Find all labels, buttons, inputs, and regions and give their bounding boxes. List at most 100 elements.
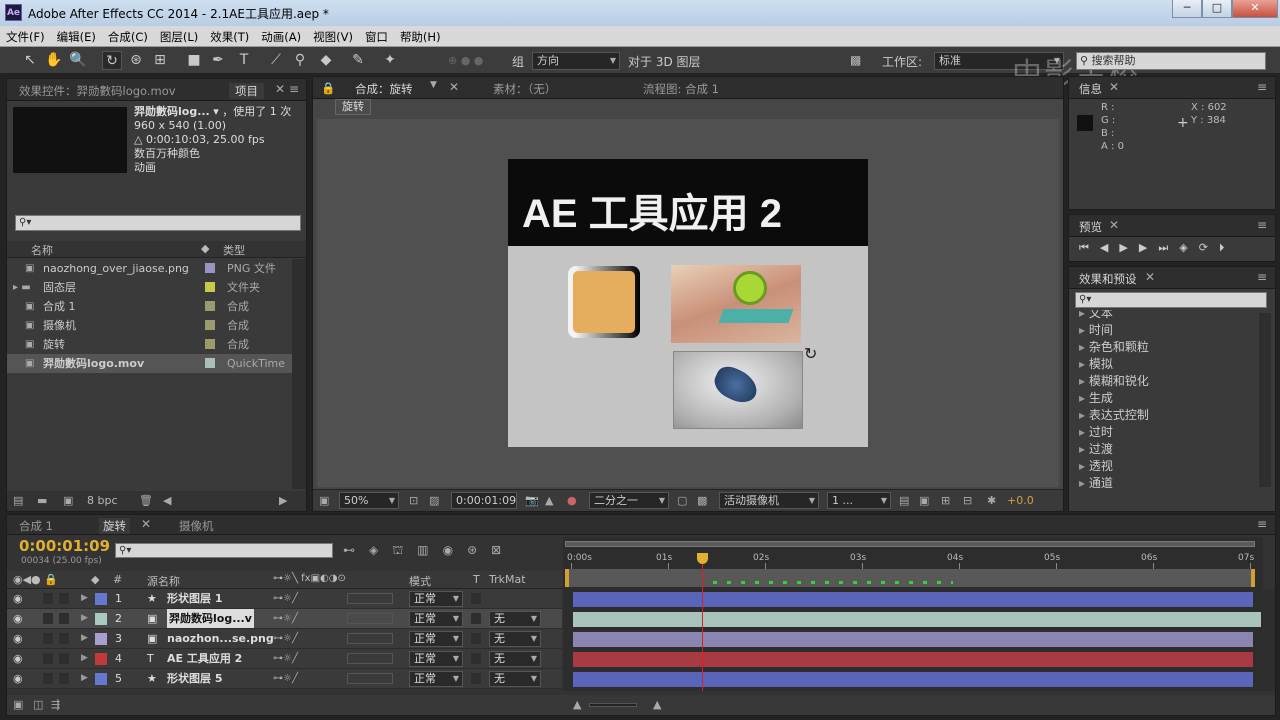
effect-category[interactable]: ▸ 过时: [1079, 423, 1113, 440]
expand-layer-icon[interactable]: ▶: [81, 609, 88, 628]
motion-blur-icon[interactable]: ◉: [443, 543, 467, 557]
blend-mode-dropdown[interactable]: 正常 ▼: [409, 671, 463, 687]
effect-category[interactable]: ▸ 模糊和锐化: [1079, 372, 1149, 389]
close-effects-icon[interactable]: ✕: [1145, 270, 1155, 284]
bpc-label[interactable]: 8 bpc: [87, 494, 118, 507]
effect-category[interactable]: ▸ 生成: [1079, 389, 1113, 406]
col-source-name[interactable]: 源名称: [147, 573, 180, 589]
fx-switch-boxes[interactable]: [347, 613, 393, 624]
layer-row[interactable]: ◉ ▶ 3 ▣ naozhon...se.png ⊶☼╱ 正常 ▼ 无 ▼: [7, 629, 562, 649]
comp-dropdown-icon[interactable]: ▼: [430, 80, 437, 90]
time-ruler[interactable]: 0:00s 01s 02s 03s 04s 05s 06s 07s: [563, 551, 1263, 569]
tab-comp-1[interactable]: 合成 1: [19, 518, 53, 534]
label-color-swatch[interactable]: [205, 263, 215, 273]
blend-mode-dropdown[interactable]: 正常 ▼: [409, 611, 463, 627]
layer-name[interactable]: 形状图层 5: [167, 669, 222, 688]
zoom-dropdown[interactable]: 50% ▼: [339, 492, 399, 509]
layer-switches[interactable]: ⊶☼╱: [273, 609, 298, 628]
preserve-transparency-box[interactable]: [471, 613, 481, 624]
solo-toggle[interactable]: [59, 673, 69, 684]
tab-composition[interactable]: 合成：旋转: [355, 81, 413, 97]
flowchart-icon[interactable]: ⊟: [963, 494, 972, 507]
minimize-button[interactable]: ─: [1172, 0, 1202, 18]
visibility-eye-icon[interactable]: ◉: [13, 669, 23, 688]
zoom-slider[interactable]: [589, 703, 637, 707]
project-item[interactable]: ▣ 羿勋數码logo.mov QuickTime: [7, 354, 292, 373]
menu-file[interactable]: 文件(F): [0, 26, 51, 45]
trkmat-dropdown[interactable]: 无 ▼: [489, 651, 541, 667]
audio-toggle[interactable]: [43, 653, 53, 664]
selection-tool-icon[interactable]: ↖: [20, 51, 40, 70]
layer-switches[interactable]: ⊶☼╱: [273, 629, 298, 648]
effect-category[interactable]: ▸ 透视: [1079, 457, 1113, 474]
close-tab-icon[interactable]: ✕: [141, 517, 151, 531]
project-item[interactable]: ▣ 旋转 合成: [7, 335, 292, 354]
tab-flowchart[interactable]: 流程图: 合成 1: [643, 81, 719, 97]
info-menu-icon[interactable]: ≡: [1257, 80, 1267, 94]
timeline-icon[interactable]: ⊞: [941, 494, 950, 507]
blend-mode-dropdown[interactable]: 正常 ▼: [409, 631, 463, 647]
shy-icon[interactable]: ⛫: [392, 543, 417, 557]
roi-icon[interactable]: ⊡: [409, 494, 418, 507]
panel-menu-icon[interactable]: ≡: [289, 82, 299, 96]
always-preview-icon[interactable]: ▣: [319, 494, 329, 507]
solo-toggle[interactable]: [59, 593, 69, 604]
effect-category[interactable]: ▸ 过渡: [1079, 440, 1113, 457]
effects-menu-icon[interactable]: ≡: [1257, 270, 1267, 284]
expand-layer-icon[interactable]: ▶: [81, 649, 88, 668]
type-tool-icon[interactable]: T: [234, 51, 254, 70]
project-scrollbar[interactable]: [292, 259, 306, 489]
layer-label-color[interactable]: [95, 633, 107, 645]
camera-dropdown[interactable]: 活动摄像机 ▼: [719, 492, 819, 509]
viewer-canvas[interactable]: AE 工具应用 2 ↻: [317, 119, 1059, 487]
preserve-transparency-box[interactable]: [471, 593, 481, 604]
clone-tool-icon[interactable]: ⚲: [290, 51, 310, 70]
label-color-swatch[interactable]: [205, 339, 215, 349]
lock-icon[interactable]: 🔒: [321, 81, 335, 95]
menu-edit[interactable]: 编辑(E): [51, 26, 102, 45]
solo-toggle[interactable]: [59, 633, 69, 644]
graph-editor-icon[interactable]: ⊛: [467, 543, 491, 557]
trkmat-dropdown[interactable]: 无 ▼: [489, 611, 541, 627]
fast-preview-icon[interactable]: ▣: [919, 494, 929, 507]
tab-effect-controls[interactable]: 效果控件：羿勋數码logo.mov: [19, 83, 176, 99]
toggle-pixel-icon[interactable]: ▤: [899, 494, 909, 507]
effect-category[interactable]: ▸ 文本: [1079, 310, 1113, 321]
project-item[interactable]: ▣ 合成 1 合成: [7, 297, 292, 316]
layer-switches[interactable]: ⊶☼╱: [273, 589, 298, 608]
reset-exposure-icon[interactable]: ✱: [987, 494, 996, 507]
trash-icon[interactable]: 🗑: [139, 494, 153, 507]
close-preview-icon[interactable]: ✕: [1109, 218, 1119, 232]
zoom-out-icon[interactable]: ▲: [573, 698, 581, 711]
preview-menu-icon[interactable]: ≡: [1257, 218, 1267, 232]
layer-name[interactable]: 形状图层 1: [167, 589, 222, 608]
tab-camera[interactable]: 摄像机: [179, 518, 214, 534]
frame-blend-icon[interactable]: ▥: [417, 543, 442, 557]
project-item[interactable]: ▸ ▬ 固态层 文件夹: [7, 278, 292, 297]
scroll-right-icon[interactable]: ▶: [279, 494, 287, 507]
comp-breadcrumb-button[interactable]: 旋转: [335, 99, 371, 115]
label-color-swatch[interactable]: [205, 320, 215, 330]
layer-name[interactable]: 羿勋数码log...v: [167, 609, 254, 628]
new-comp-icon[interactable]: ▣: [63, 494, 73, 507]
timeline-search-input[interactable]: ⚲▾: [115, 543, 333, 558]
menu-window[interactable]: 窗口: [359, 26, 394, 45]
checkerboard-icon[interactable]: ▩: [697, 494, 707, 507]
project-item[interactable]: ▣ naozhong_over_jiaose.png PNG 文件: [7, 259, 292, 278]
layer-row[interactable]: ◉ ▶ 1 ★ 形状图层 1 ⊶☼╱ 正常 ▼: [7, 589, 562, 609]
visibility-eye-icon[interactable]: ◉: [13, 609, 23, 628]
last-frame-icon[interactable]: ⏭: [1158, 241, 1179, 254]
zoom-tool-icon[interactable]: 🔍: [68, 51, 88, 70]
solo-toggle[interactable]: [59, 613, 69, 624]
timeline-menu-icon[interactable]: ≡: [1257, 517, 1267, 531]
expand-layer-icon[interactable]: ▶: [81, 669, 88, 688]
camera-tool-icon[interactable]: ⊛: [126, 51, 146, 70]
layer-label-color[interactable]: [95, 653, 107, 665]
pan-behind-tool-icon[interactable]: ⊞: [150, 51, 170, 70]
menu-effect[interactable]: 效果(T): [204, 26, 255, 45]
audio-toggle[interactable]: [43, 613, 53, 624]
comp-mini-flowchart-icon[interactable]: ⊷: [343, 543, 369, 557]
preserve-transparency-box[interactable]: [471, 633, 481, 644]
audio-toggle[interactable]: [43, 593, 53, 604]
close-icon[interactable]: ✕: [275, 82, 285, 96]
